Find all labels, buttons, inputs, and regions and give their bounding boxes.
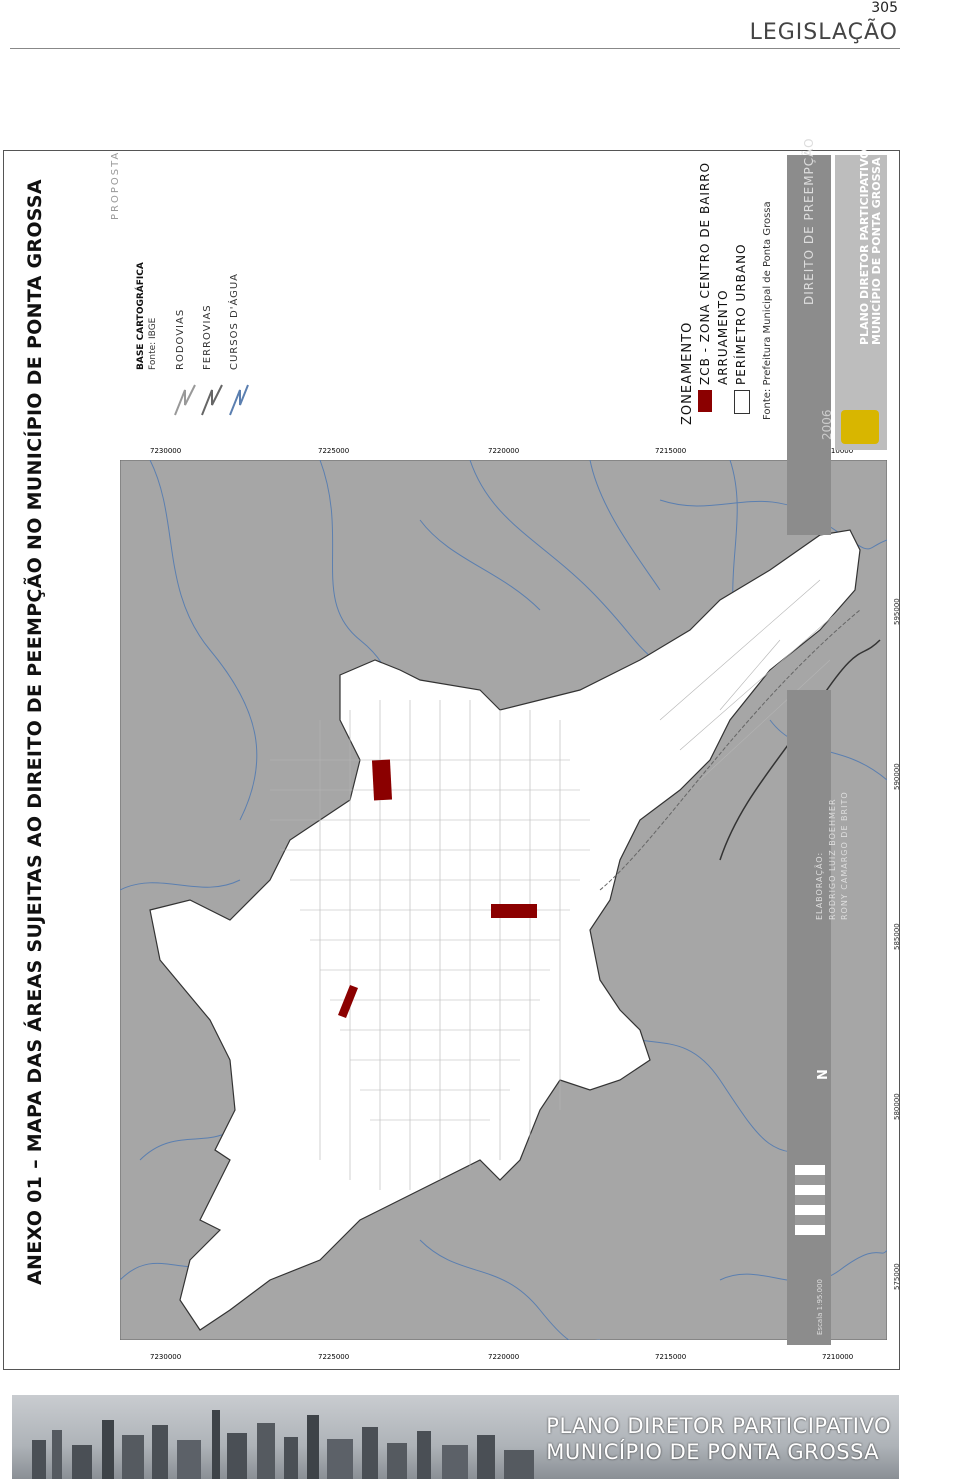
tick-label: 7215000 (655, 447, 687, 455)
tick-label: 7220000 (488, 1353, 520, 1361)
scale-label: Escala 1:95.000 (816, 1279, 824, 1335)
elaboration-label: ELABORAÇÃO: (815, 851, 824, 920)
page-number: 305 (871, 0, 898, 16)
legend-arruamento: ARRUAMENTO (716, 289, 730, 385)
legend-watercourses: CURSOS D'ÁGUA (229, 272, 240, 370)
zcb-zone (371, 759, 393, 801)
map-canvas[interactable] (120, 460, 887, 1340)
legend-roads: RODOVIAS (175, 308, 186, 370)
plan-title-line2: MUNICÍPIO DE PONTA GROSSA (870, 157, 883, 345)
footer-title: PLANO DIRETOR PARTICIPATIVO MUNICÍPIO DE… (546, 1413, 891, 1465)
zoning-source: Fonte: Prefeitura Municipal de Ponta Gro… (762, 201, 773, 420)
tick-label: 7215000 (655, 1353, 687, 1361)
tick-label: 7210000 (822, 1353, 854, 1361)
base-source: Fonte: IBGE (148, 317, 158, 370)
author-1: RODRIGO LUIZ BOEHMER (828, 798, 837, 921)
perimeter-swatch (734, 390, 750, 414)
tick-label: 7220000 (488, 447, 520, 455)
status-label: PROPOSTA (110, 150, 121, 220)
zcb-swatch (698, 390, 712, 412)
footer-line1: PLANO DIRETOR PARTICIPATIVO (546, 1414, 891, 1438)
map-title: ANEXO 01 – MAPA DAS ÁREAS SUJEITAS AO DI… (24, 179, 46, 1285)
tick-label: 580000 (893, 1093, 901, 1120)
tick-label: 7225000 (318, 1353, 350, 1361)
north-arrow: N (816, 1069, 831, 1080)
header-divider (10, 48, 900, 49)
tick-label: 595000 (893, 598, 901, 625)
zcb-zone (491, 904, 537, 918)
footer-banner: PLANO DIRETOR PARTICIPATIVO MUNICÍPIO DE… (12, 1395, 899, 1479)
tick-label: 7225000 (318, 447, 350, 455)
legend-line-symbols (174, 384, 249, 416)
coat-of-arms-logo (841, 410, 879, 444)
base-heading: BASE CARTOGRÁFICA (136, 262, 146, 370)
scale-bar (795, 1165, 825, 1235)
credits-panel (787, 690, 831, 1345)
tick-label: 7230000 (150, 1353, 182, 1361)
footer-line2: MUNICÍPIO DE PONTA GROSSA (546, 1440, 880, 1464)
legend-railways: FERROVIAS (202, 304, 213, 370)
tick-label: 585000 (893, 923, 901, 950)
author-2: RONY CAMARGO DE BRITO (840, 791, 849, 920)
tick-label: 575000 (893, 1263, 901, 1290)
legend-perimetro: PERÍMETRO URBANO (734, 243, 748, 385)
section-title: LEGISLAÇÃO (749, 20, 898, 45)
tick-label: 7230000 (150, 447, 182, 455)
panel-title: DIREITO DE PREEMPÇÃO (802, 137, 816, 305)
legend-zcb: ZCB - ZONA CENTRO DE BAIRRO (698, 161, 712, 385)
zoning-heading: ZONEAMENTO (680, 321, 695, 425)
tick-label: 590000 (893, 763, 901, 790)
year-label: 2006 (820, 409, 834, 440)
